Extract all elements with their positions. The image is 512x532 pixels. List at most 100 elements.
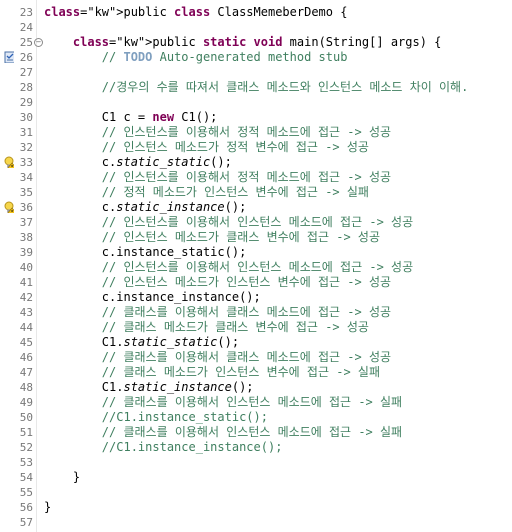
line-number: 31 <box>19 126 33 139</box>
code-text[interactable]: // 인스턴스 메소드가 클래스 변수에 접근 -> 성공 <box>44 230 380 245</box>
fold-collapse-icon[interactable]: − <box>34 38 43 47</box>
code-line[interactable]: 44 // 클래스 메소드가 클래스 변수에 접근 -> 성공 <box>0 320 512 335</box>
code-text[interactable]: // 클래스를 이용해서 인스턴스 메소드에 접근 -> 실패 <box>44 425 402 440</box>
code-line[interactable]: 43 // 클래스를 이용해서 클래스 메소드에 접근 -> 성공 <box>0 305 512 320</box>
code-line[interactable]: 38 // 인스턴스 메소드가 클래스 변수에 접근 -> 성공 <box>0 230 512 245</box>
code-line[interactable]: 24 <box>0 20 512 35</box>
line-number: 52 <box>19 441 33 454</box>
code-line[interactable]: 47 // 클래스 메소드가 인스턴스 변수에 접근 -> 실패 <box>0 365 512 380</box>
code-text[interactable]: c.static_static(); <box>44 155 232 170</box>
code-text[interactable]: // TODO Auto-generated method stub <box>44 50 348 65</box>
code-text[interactable]: // 인스턴스를 이용해서 정적 메소드에 접근 -> 성공 <box>44 125 391 140</box>
code-text[interactable]: } <box>44 500 51 515</box>
line-number: 41 <box>19 276 33 289</box>
code-text[interactable]: class="kw">public class ClassMemeberDemo… <box>44 5 347 20</box>
code-line[interactable]: 36 c.static_instance(); <box>0 200 512 215</box>
line-number: 40 <box>19 261 33 274</box>
line-number: 29 <box>19 96 33 109</box>
code-text[interactable]: C1 c = new C1(); <box>44 110 218 125</box>
code-line[interactable]: 52 //C1.instance_instance(); <box>0 440 512 455</box>
code-line[interactable]: 33 c.static_static(); <box>0 155 512 170</box>
line-number: 50 <box>19 411 33 424</box>
code-text[interactable]: // 클래스 메소드가 인스턴스 변수에 접근 -> 실패 <box>44 365 380 380</box>
code-line[interactable]: 48 C1.static_instance(); <box>0 380 512 395</box>
code-line[interactable]: 41 // 인스턴스 메소드가 인스턴스 변수에 접근 -> 성공 <box>0 275 512 290</box>
code-line[interactable]: 39 c.instance_static(); <box>0 245 512 260</box>
warning-lightbulb-icon[interactable] <box>4 201 14 213</box>
code-text[interactable]: c.instance_static(); <box>44 245 247 260</box>
code-text[interactable]: // 클래스 메소드가 클래스 변수에 접근 -> 성공 <box>44 320 369 335</box>
code-line[interactable]: 26 // TODO Auto-generated method stub <box>0 50 512 65</box>
code-line[interactable]: 49 // 클래스를 이용해서 인스턴스 메소드에 접근 -> 실패 <box>0 395 512 410</box>
code-text[interactable]: // 인스턴스 메소드가 인스턴스 변수에 접근 -> 성공 <box>44 275 391 290</box>
code-text[interactable]: C1.static_instance(); <box>44 380 254 395</box>
code-text[interactable]: // 인스턴스를 이용해서 정적 메소드에 접근 -> 성공 <box>44 170 391 185</box>
code-line[interactable]: 40 // 인스턴스를 이용해서 인스턴스 메소드에 접근 -> 성공 <box>0 260 512 275</box>
line-number: 49 <box>19 396 33 409</box>
line-number: 32 <box>19 141 33 154</box>
line-number: 30 <box>19 111 33 124</box>
line-number: 43 <box>19 306 33 319</box>
line-number: 39 <box>19 246 33 259</box>
code-text[interactable]: // 인스턴스를 이용해서 인스턴스 메소드에 접근 -> 성공 <box>44 215 413 230</box>
line-number: 23 <box>19 6 33 19</box>
code-line[interactable]: 57 <box>0 515 512 530</box>
code-line[interactable]: 46 // 클래스를 이용해서 클래스 메소드에 접근 -> 성공 <box>0 350 512 365</box>
code-line[interactable]: 31 // 인스턴스를 이용해서 정적 메소드에 접근 -> 성공 <box>0 125 512 140</box>
code-text[interactable]: // 정적 메소드가 인스턴스 변수에 접근 -> 실패 <box>44 185 369 200</box>
line-number: 38 <box>19 231 33 244</box>
code-line[interactable]: 53 <box>0 455 512 470</box>
code-text[interactable]: class="kw">public static void main(Strin… <box>44 35 442 50</box>
code-line[interactable]: 28 //경우의 수를 따져서 클래스 메소드와 인스턴스 메소드 차이 이해. <box>0 80 512 95</box>
line-number: 47 <box>19 366 33 379</box>
line-number: 48 <box>19 381 33 394</box>
code-editor[interactable]: 23 class="kw">public class ClassMemeberDe… <box>0 0 512 532</box>
code-line[interactable]: 56} <box>0 500 512 515</box>
code-line[interactable]: 42 c.instance_instance(); <box>0 290 512 305</box>
line-number: 25 <box>19 36 33 49</box>
code-text[interactable]: // 클래스를 이용해서 인스턴스 메소드에 접근 -> 실패 <box>44 395 402 410</box>
line-number: 55 <box>19 486 33 499</box>
code-line[interactable]: 25 class="kw">public static void main(St… <box>0 35 512 50</box>
code-line[interactable]: 55 <box>0 485 512 500</box>
line-number: 27 <box>19 66 33 79</box>
task-marker-icon <box>4 51 14 63</box>
code-text[interactable]: c.instance_instance(); <box>44 290 261 305</box>
line-number: 35 <box>19 186 33 199</box>
line-number: 45 <box>19 336 33 349</box>
code-line[interactable]: 29 <box>0 95 512 110</box>
line-number: 53 <box>19 456 33 469</box>
line-number: 24 <box>19 21 33 34</box>
line-number: 44 <box>19 321 33 334</box>
code-line[interactable]: 35 // 정적 메소드가 인스턴스 변수에 접근 -> 실패 <box>0 185 512 200</box>
code-text[interactable]: } <box>44 470 80 485</box>
line-number: 34 <box>19 171 33 184</box>
code-text[interactable]: //C1.instance_instance(); <box>44 440 283 455</box>
line-number: 28 <box>19 81 33 94</box>
code-text[interactable]: // 클래스를 이용해서 클래스 메소드에 접근 -> 성공 <box>44 350 391 365</box>
code-line[interactable]: 54 } <box>0 470 512 485</box>
code-text[interactable]: C1.static_static(); <box>44 335 239 350</box>
code-text[interactable]: //경우의 수를 따져서 클래스 메소드와 인스턴스 메소드 차이 이해. <box>44 80 469 95</box>
warning-lightbulb-icon[interactable] <box>4 156 14 168</box>
code-line[interactable]: 50 //C1.instance_static(); <box>0 410 512 425</box>
code-line[interactable]: 51 // 클래스를 이용해서 인스턴스 메소드에 접근 -> 실패 <box>0 425 512 440</box>
code-text[interactable]: // 클래스를 이용해서 클래스 메소드에 접근 -> 성공 <box>44 305 391 320</box>
code-line[interactable]: 34 // 인스턴스를 이용해서 정적 메소드에 접근 -> 성공 <box>0 170 512 185</box>
line-number: 54 <box>19 471 33 484</box>
line-number: 46 <box>19 351 33 364</box>
code-line[interactable]: 23 class="kw">public class ClassMemeberDe… <box>0 5 512 20</box>
code-text[interactable]: // 인스턴스 메소드가 정적 변수에 접근 -> 성공 <box>44 140 369 155</box>
line-number: 37 <box>19 216 33 229</box>
code-text[interactable]: c.static_instance(); <box>44 200 247 215</box>
code-text[interactable]: // 인스턴스를 이용해서 인스턴스 메소드에 접근 -> 성공 <box>44 260 413 275</box>
line-number: 42 <box>19 291 33 304</box>
code-line[interactable]: 30 C1 c = new C1(); <box>0 110 512 125</box>
line-number: 51 <box>19 426 33 439</box>
line-number: 57 <box>19 516 33 529</box>
code-line[interactable]: 32 // 인스턴스 메소드가 정적 변수에 접근 -> 성공 <box>0 140 512 155</box>
code-line[interactable]: 45 C1.static_static(); <box>0 335 512 350</box>
code-line[interactable]: 37 // 인스턴스를 이용해서 인스턴스 메소드에 접근 -> 성공 <box>0 215 512 230</box>
code-text[interactable]: //C1.instance_static(); <box>44 410 268 425</box>
code-line[interactable]: 27 <box>0 65 512 80</box>
